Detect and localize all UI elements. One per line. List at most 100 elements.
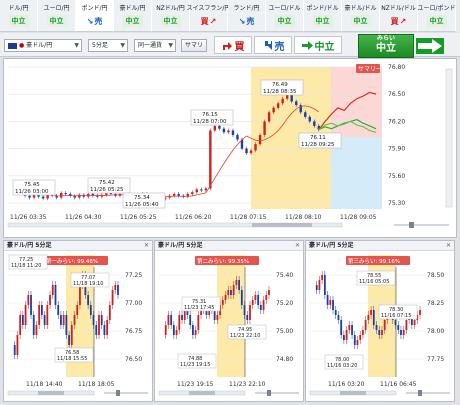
candle xyxy=(254,295,257,300)
annotation-time: 11/16 03:20 xyxy=(327,363,357,369)
tab-signal-label: 中立 xyxy=(274,15,295,27)
candle xyxy=(177,193,180,196)
zoom-slider-handle[interactable] xyxy=(409,222,414,228)
close-icon[interactable]: ✕ xyxy=(446,241,451,251)
candle xyxy=(24,305,27,325)
candle xyxy=(359,335,362,340)
candle xyxy=(238,280,241,290)
y-tick-label: 75.60 xyxy=(388,173,405,180)
annotation-value: 75.34 xyxy=(134,195,150,201)
mirai-signal-badge[interactable]: みらい 中立 xyxy=(358,34,414,58)
candle xyxy=(308,116,311,122)
tab-label: ポンド/ドル xyxy=(306,5,339,12)
sell-signal-button[interactable]: 売 xyxy=(254,36,292,54)
tab-signal: 中立 xyxy=(160,14,181,28)
x-tick-label: 11/28 07:15 xyxy=(230,214,267,221)
price-annotation: 75.4211/26 05:25 xyxy=(87,177,131,194)
zoom-slider-handle[interactable] xyxy=(267,390,271,396)
y-tick-label: 76.75 xyxy=(125,328,142,335)
candle xyxy=(323,275,326,295)
tab-signal-label: 買 xyxy=(200,16,209,26)
candle xyxy=(249,150,253,154)
tab-signal: ↘ 売 xyxy=(87,14,103,28)
candle xyxy=(117,285,119,295)
candle xyxy=(194,330,197,335)
candle xyxy=(419,310,421,315)
price-annotation: 78.0011/16 03:20 xyxy=(324,354,364,370)
tab-signal-label: 売 xyxy=(246,16,255,26)
tab-currency-pair[interactable]: スイスフラン/円買 ↗ xyxy=(186,0,231,32)
x-tick-label: 11/16 06:45 xyxy=(380,381,417,388)
y-tick-label: 75.00 xyxy=(276,328,293,335)
mini-chart-plot[interactable]: 第三みらい: 99.16% 78.50 78.25 78.00 77.75 78.5511… xyxy=(306,251,456,403)
mini-chart-plot[interactable]: 第一みらい: 99.48% 77.25 77.00 76.75 76.50 77.2511… xyxy=(4,251,154,403)
close-icon[interactable]: ✕ xyxy=(144,241,149,251)
zoom-slider-handle[interactable] xyxy=(418,390,422,396)
tab-signal-label: 中立 xyxy=(160,15,181,27)
tab-currency-pair[interactable]: NZドル/円 中立 xyxy=(152,0,190,32)
tab-currency-pair[interactable]: 豪ドル/円中立 xyxy=(114,0,152,32)
candle xyxy=(100,315,103,325)
candle xyxy=(103,325,106,335)
candle xyxy=(332,300,334,310)
tab-currency-pair[interactable]: ユーロ/ポンド 中立 xyxy=(417,0,456,32)
scrollbar-thumb[interactable] xyxy=(189,391,215,395)
tab-signal-label: 中立 xyxy=(122,15,143,27)
tab-currency-pair[interactable]: 豪ドル/ドル 中立 xyxy=(342,0,380,32)
candle xyxy=(218,125,221,129)
summary-button[interactable]: サマリ xyxy=(181,39,207,52)
candle xyxy=(32,315,35,335)
candle xyxy=(321,275,324,280)
neutral-signal-button[interactable]: 中立 xyxy=(294,36,342,54)
vertical-scrollbar[interactable] xyxy=(445,68,453,208)
tab-label: 豪ドル/円 xyxy=(119,5,146,12)
mini-chart-title: 豪ドル/円 5分足 xyxy=(158,242,203,249)
candle xyxy=(263,121,266,135)
candle xyxy=(21,315,24,325)
candle xyxy=(204,188,208,191)
tab-currency-pair[interactable]: ユーロ/ドル中立 xyxy=(266,0,304,32)
interval-select[interactable]: 5分足 ▼ xyxy=(88,39,128,52)
pair-select[interactable]: ● 豪ドル/円 ▼ xyxy=(4,39,82,52)
mini-chart-title: 豪ドル/円 5分足 xyxy=(7,242,52,249)
tab-label: スイスフラン/円 xyxy=(186,5,231,12)
annotation-value: 75.45 xyxy=(24,182,40,188)
match-score-tag: 第二みらい: 99.35% xyxy=(197,257,249,265)
down-arrow-icon xyxy=(262,40,272,50)
candle xyxy=(213,310,216,320)
tab-currency-pair[interactable]: ランド/円 ↘ 売 xyxy=(228,0,266,32)
candle xyxy=(281,98,284,104)
tab-currency-pair[interactable]: ポンド/円 ↘ 売 xyxy=(76,0,114,32)
candle xyxy=(340,320,343,335)
tab-currency-pair[interactable]: ドル/円 中立 xyxy=(0,0,38,32)
compare-select[interactable]: 同一通貨 ▼ xyxy=(134,39,176,52)
tab-currency-pair[interactable]: NZドル/ドル買 ↗ xyxy=(380,0,418,32)
candle xyxy=(326,295,329,305)
tab-label: ユーロ/ドル xyxy=(268,5,301,12)
candle xyxy=(236,135,239,140)
candle xyxy=(98,315,100,335)
tab-signal-label: 買 xyxy=(390,16,399,26)
mini-chart-plot[interactable]: 第二みらい: 99.35% 75.40 75.20 75.00 74.80 75.3111… xyxy=(155,251,305,403)
down-arrow-icon: ↘ xyxy=(238,16,246,26)
candle xyxy=(353,335,356,345)
zoom-slider-handle[interactable] xyxy=(116,390,120,396)
scrollbar-thumb[interactable] xyxy=(38,391,64,395)
annotation-value: 76.11 xyxy=(310,135,326,141)
tab-signal: 中立 xyxy=(46,14,67,28)
chevron-down-icon: ▼ xyxy=(120,42,125,49)
tab-currency-pair[interactable]: ユーロ/円 中立 xyxy=(38,0,76,32)
scrollbar-thumb[interactable] xyxy=(340,391,366,395)
tab-currency-pair[interactable]: ポンド/ドル 中立 xyxy=(304,0,342,32)
close-icon[interactable]: ✕ xyxy=(295,241,300,251)
x-tick-label: 11/16 03:20 xyxy=(328,381,365,388)
buy-signal-button[interactable]: 買 xyxy=(214,36,252,54)
candle xyxy=(19,315,22,335)
x-tick-label: 11/26 04:30 xyxy=(65,214,102,221)
au-flag-icon xyxy=(8,42,17,49)
candle xyxy=(222,128,226,133)
candle xyxy=(318,280,321,290)
main-chart[interactable]: 76.8076.5076.2075.9075.6075.30サマリー75.451… xyxy=(4,59,458,239)
scrollbar-thumb[interactable] xyxy=(252,223,312,227)
candle xyxy=(183,310,186,320)
